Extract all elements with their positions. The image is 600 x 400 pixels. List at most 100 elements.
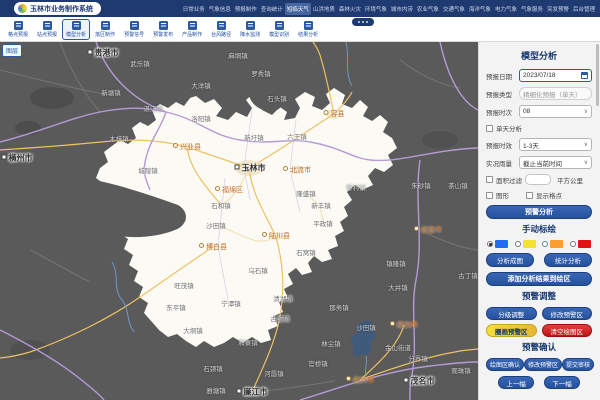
draw-color-option-2[interactable]	[542, 240, 563, 248]
analysis-image-button[interactable]: 分析成图	[486, 253, 534, 267]
color-swatch	[523, 240, 536, 248]
nav-item-1[interactable]: 气象信息	[207, 3, 233, 15]
color-radio[interactable]	[570, 241, 576, 247]
next-button[interactable]: 下一幅	[544, 376, 580, 389]
app-title: 玉林市业务制作系统	[30, 4, 93, 14]
top-nav: 日常业务气象信息预报制作查询统计短临天气山洪地质森林火灾环境气象城市内涝农业气象…	[181, 3, 597, 15]
nav-item-8[interactable]: 城市内涝	[389, 3, 415, 15]
type-input: 精细化预报（单天）	[519, 87, 592, 100]
map-canvas[interactable]: 贵港市横州市廉江市茂名市玉林市兴业县容县北流市福绵区陆川县博白县信宜市高州市化州…	[0, 42, 478, 400]
confirm-button-2[interactable]: 提交审核	[562, 358, 594, 371]
area-filter-checkbox[interactable]	[486, 176, 493, 183]
color-radio[interactable]	[542, 241, 548, 247]
rain-select[interactable]: 截止当前时间 ∨	[519, 156, 592, 169]
adjust-button-2[interactable]: 圈画预警区	[486, 324, 537, 337]
single-day-label: 单天分析	[496, 123, 522, 133]
time-label: 预报时次	[486, 107, 519, 117]
area-filter-label: 面积过滤	[496, 175, 522, 185]
nav-item-5[interactable]: 山洪地质	[311, 3, 337, 15]
nav-item-3[interactable]: 查询统计	[259, 3, 285, 15]
tool-item-1[interactable]: 站点预报	[33, 19, 61, 40]
adjust-section-title: 预警调整	[486, 290, 592, 302]
adjust-buttons: 分级调整修改预警区圈画预警区清空绘图区	[486, 307, 592, 337]
document-icon	[159, 21, 168, 30]
manual-section-title: 手动标绘	[486, 223, 592, 235]
add-result-button[interactable]: 添加分析结果到绘区	[486, 272, 592, 286]
tool-item-6[interactable]: 产品制作	[178, 19, 206, 40]
date-value: 2023/07/18	[523, 72, 556, 79]
tool-item-7[interactable]: 台风路径	[207, 19, 235, 40]
map-layer-button[interactable]: 图层	[2, 44, 22, 57]
color-radio[interactable]	[487, 241, 493, 247]
nav-item-4[interactable]: 短临天气	[285, 3, 311, 15]
adjust-button-3[interactable]: 清空绘图区	[542, 324, 593, 337]
type-value: 精细化预报（单天）	[523, 89, 582, 99]
statistics-button[interactable]: 统计分析	[544, 253, 592, 267]
date-input[interactable]: 2023/07/18	[519, 69, 592, 82]
tool-label: 降水监测	[240, 31, 260, 38]
tool-item-9[interactable]: 模型识别	[265, 19, 293, 40]
tool-item-0[interactable]: 格点预报	[4, 19, 32, 40]
document-icon	[72, 21, 81, 30]
previous-button[interactable]: 上一幅	[498, 376, 534, 389]
tool-item-4[interactable]: 预警信号	[120, 19, 148, 40]
grid-checkbox[interactable]	[526, 192, 533, 199]
validity-label: 预报时效	[486, 140, 519, 150]
draw-color-options	[486, 240, 592, 248]
draw-color-option-0[interactable]	[487, 240, 508, 248]
nav-item-6[interactable]: 森林火灾	[337, 3, 363, 15]
tool-label: 台风路径	[211, 31, 231, 38]
rain-label: 实况雨量	[486, 158, 519, 168]
graph-checkbox[interactable]	[486, 192, 493, 199]
nav-item-15[interactable]: 后台管理	[571, 3, 597, 15]
nav-item-10[interactable]: 交通气象	[441, 3, 467, 15]
calendar-icon[interactable]	[581, 72, 588, 79]
color-radio[interactable]	[515, 241, 521, 247]
grid-label: 显示格点	[536, 190, 562, 200]
tool-label: 预警信号	[124, 31, 144, 38]
document-icon	[304, 21, 313, 30]
confirm-button-1[interactable]: 修改预警区	[524, 358, 562, 371]
confirm-buttons: 绘图区确认修改预警区提交审核	[486, 358, 592, 371]
adjust-button-1[interactable]: 修改预警区	[542, 307, 593, 320]
tool-label: 落区制作	[95, 31, 115, 38]
tool-item-10[interactable]: 结果分析	[294, 19, 322, 40]
confirm-button-0[interactable]: 绘图区确认	[486, 358, 524, 371]
nav-item-11[interactable]: 海洋气象	[467, 3, 493, 15]
draw-color-option-3[interactable]	[570, 240, 591, 248]
adjust-button-0[interactable]: 分级调整	[486, 307, 537, 320]
time-value: 08	[523, 108, 530, 115]
analyze-button[interactable]: 预警分析	[486, 205, 592, 219]
map-terrain	[0, 42, 478, 400]
color-swatch	[578, 240, 591, 248]
single-day-checkbox[interactable]	[486, 125, 493, 132]
tool-label: 格点预报	[8, 31, 28, 38]
nav-item-2[interactable]: 预报制作	[233, 3, 259, 15]
time-select[interactable]: 08 ∨	[519, 105, 592, 118]
tool-item-5[interactable]: 预警发布	[149, 19, 177, 40]
tool-item-3[interactable]: 落区制作	[91, 19, 119, 40]
app-logo: 玉林市业务制作系统	[14, 2, 101, 15]
toolbar: 格点预报站点预报模型分析 落区制作 预警信号预警发布产品制作 台风路径 降水监测模型识别…	[0, 17, 600, 42]
nav-item-0[interactable]: 日常业务	[181, 3, 207, 15]
tool-label: 模型分析	[66, 31, 86, 38]
tool-label: 产品制作	[182, 31, 202, 38]
nav-item-14[interactable]: 突发预警	[545, 3, 571, 15]
graph-label: 图形	[496, 190, 526, 200]
quick-menu-button[interactable]	[352, 18, 374, 26]
tool-item-8[interactable]: 降水监测	[236, 19, 264, 40]
date-label: 预报日期	[486, 71, 519, 81]
tool-item-2[interactable]: 模型分析	[62, 19, 90, 40]
panel-scrollbar[interactable]	[596, 44, 599, 106]
nav-item-13[interactable]: 气象服务	[519, 3, 545, 15]
document-icon	[14, 21, 23, 30]
document-icon	[246, 21, 255, 30]
area-filter-input[interactable]	[525, 174, 551, 185]
nav-item-12[interactable]: 电力气象	[493, 3, 519, 15]
draw-color-option-1[interactable]	[515, 240, 536, 248]
type-label: 预报类型	[486, 89, 519, 99]
validity-select[interactable]: 1-3天 ∨	[519, 138, 592, 151]
nav-item-9[interactable]: 农业气象	[415, 3, 441, 15]
nav-item-7[interactable]: 环境气象	[363, 3, 389, 15]
tool-label: 结果分析	[298, 31, 318, 38]
